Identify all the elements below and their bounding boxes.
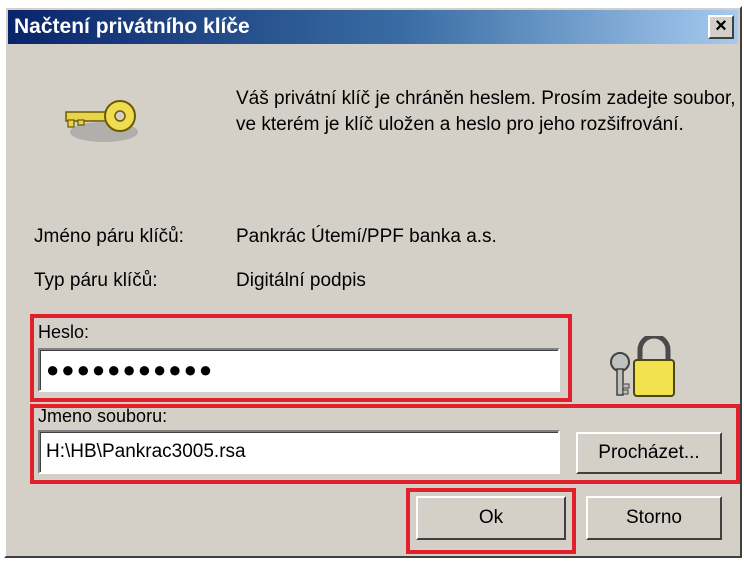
password-input[interactable]: ●●●●●●●●●●● [38,348,560,392]
private-key-dialog: Načtení privátního klíče × Váš privátní … [4,6,742,558]
dialog-message: Váš privátní klíč je chráněn heslem. Pro… [236,88,736,135]
dialog-title: Načtení privátního klíče [14,15,250,38]
lock-keys-icon [610,336,675,397]
close-button[interactable]: × [708,15,734,39]
cancel-button[interactable]: Storno [586,496,722,540]
close-icon: × [715,15,727,37]
password-label: Heslo: [38,322,90,342]
key-pair-type-label: Typ páru klíčů: [34,270,158,291]
file-path-value: H:\HB\Pankrac3005.rsa [46,441,246,462]
key-pair-name-value: Pankrác Útemí/PPF banka a.s. [236,226,497,247]
password-value: ●●●●●●●●●●● [46,357,215,382]
key-pair-name-label: Jméno páru klíčů: [34,226,184,247]
dialog-titlebar[interactable]: Načtení privátního klíče × [8,10,738,44]
browse-button[interactable]: Procházet... [576,432,722,474]
key-pair-type-value: Digitální podpis [236,270,366,291]
file-path-input[interactable]: H:\HB\Pankrac3005.rsa [38,430,560,474]
key-icon [65,100,138,142]
ok-button[interactable]: Ok [416,496,566,540]
file-label: Jmeno souboru: [38,406,168,426]
